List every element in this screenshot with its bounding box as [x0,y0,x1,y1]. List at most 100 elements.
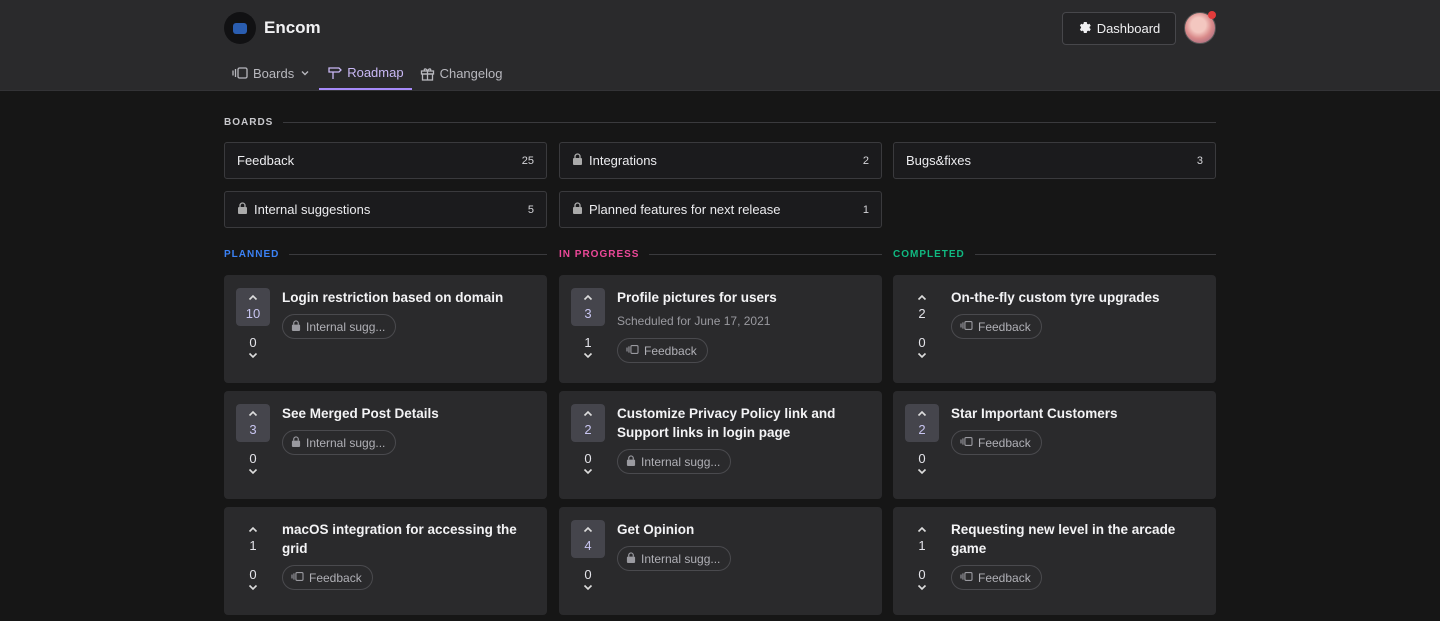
boards-section-header: BOARDS [224,117,1216,128]
card-title[interactable]: Star Important Customers [951,404,1201,423]
upvote-count: 10 [245,305,261,321]
roadmap-card[interactable]: 3 0 See Merged Post Details Internal sugg..… [224,391,547,499]
upvote-count: 1 [249,537,257,553]
board-tag[interactable]: Feedback [617,338,708,363]
downvote-button[interactable]: 1 [571,335,605,362]
card-title[interactable]: Customize Privacy Policy link and Suppor… [617,404,867,442]
dashboard-button[interactable]: Dashboard [1062,12,1176,45]
board-feedback[interactable]: Feedback 25 [224,142,547,179]
roadmap-card[interactable]: 10 0 Login restriction based on domain Inte… [224,275,547,383]
board-tag[interactable]: Internal sugg... [617,449,732,474]
card-title[interactable]: Get Opinion [617,520,867,539]
downvote-button[interactable]: 0 [236,335,270,362]
downvote-button[interactable]: 0 [236,567,270,594]
upvote-button[interactable]: 2 [905,288,939,326]
board-tag-label: Feedback [309,570,362,585]
board-tag-label: Internal sugg... [641,454,721,469]
avatar[interactable] [1184,11,1216,44]
board-count: 5 [527,203,534,216]
column-title: PLANNED [224,249,280,260]
chevron-up-icon [917,526,927,535]
board-internal-suggestions[interactable]: Internal suggestions 5 [224,191,547,228]
lock-icon [626,551,636,566]
board-planned-features[interactable]: Planned features for next release 1 [559,191,882,228]
chevron-down-icon [248,583,258,594]
dashboard-label: Dashboard [1096,21,1161,36]
roadmap-card[interactable]: 3 1 Profile pictures for users Scheduled fo… [559,275,882,383]
board-count: 2 [862,154,869,167]
downvote-count: 0 [249,335,257,350]
board-tag-label: Internal sugg... [306,319,386,334]
chevron-up-icon [917,410,927,419]
upvote-count: 3 [584,305,592,321]
brand[interactable]: Encom [224,12,321,44]
upvote-button[interactable]: 2 [905,404,939,442]
roadmap-card[interactable]: 1 0 Requesting new level in the arcade gam… [893,507,1216,615]
downvote-button[interactable]: 0 [905,335,939,362]
card-title[interactable]: Requesting new level in the arcade game [951,520,1201,558]
board-tag[interactable]: Internal sugg... [282,430,397,455]
downvote-count: 0 [918,335,926,350]
upvote-button[interactable]: 2 [571,404,605,442]
roadmap-card[interactable]: 4 0 Get Opinion Internal sugg... [559,507,882,615]
tab-boards-label: Boards [253,65,295,81]
card-title[interactable]: On-the-fly custom tyre upgrades [951,288,1201,307]
board-name: Feedback [237,153,295,168]
upvote-count: 2 [918,305,926,321]
upvote-button[interactable]: 1 [905,520,939,558]
board-tag[interactable]: Internal sugg... [282,314,397,339]
lock-icon [291,319,301,334]
chevron-up-icon [583,410,593,419]
downvote-button[interactable]: 0 [571,567,605,594]
tab-roadmap[interactable]: Roadmap [319,56,412,90]
column-header-planned: PLANNED [224,249,547,260]
chevron-down-icon [299,67,311,79]
downvote-count: 0 [249,567,257,582]
card-title[interactable]: Profile pictures for users [617,288,867,307]
logo [224,12,256,44]
board-tag[interactable]: Feedback [951,565,1042,590]
board-bugs-fixes[interactable]: Bugs&fixes 3 [893,142,1216,179]
downvote-button[interactable]: 0 [905,451,939,478]
board-tag-label: Feedback [978,435,1031,450]
column-header-completed: COMPLETED [893,249,1216,260]
roadmap-card[interactable]: 2 0 Customize Privacy Policy link and Supp… [559,391,882,499]
boards-section-title: BOARDS [224,117,274,128]
board-integrations[interactable]: Integrations 2 [559,142,882,179]
downvote-button[interactable]: 0 [571,451,605,478]
board-tag[interactable]: Feedback [951,430,1042,455]
board-tag[interactable]: Feedback [282,565,373,590]
chevron-up-icon [248,410,258,419]
upvote-count: 4 [584,537,592,553]
tab-changelog[interactable]: Changelog [412,56,511,90]
card-title[interactable]: See Merged Post Details [282,404,532,423]
upvote-button[interactable]: 3 [571,288,605,326]
boards-icon [626,344,639,358]
downvote-button[interactable]: 0 [236,451,270,478]
chevron-down-icon [248,467,258,478]
boards-icon [960,571,973,585]
card-schedule: Scheduled for June 17, 2021 [617,314,771,328]
card-title[interactable]: Login restriction based on domain [282,288,532,307]
roadmap-card[interactable]: 1 0 macOS integration for accessing the gr… [224,507,547,615]
boards-icon [232,66,248,80]
card-title[interactable]: macOS integration for accessing the grid [282,520,532,558]
board-tag[interactable]: Feedback [951,314,1042,339]
downvote-count: 1 [584,335,592,350]
downvote-count: 0 [249,451,257,466]
gear-icon [1078,21,1091,37]
upvote-button[interactable]: 10 [236,288,270,326]
upvote-count: 2 [584,421,592,437]
upvote-button[interactable]: 1 [236,520,270,558]
main-nav: Boards Roadmap Changelog [224,56,510,90]
roadmap-card[interactable]: 2 0 On-the-fly custom tyre upgrades Feedbac… [893,275,1216,383]
downvote-count: 0 [584,567,592,582]
column-title: COMPLETED [893,249,965,260]
upvote-button[interactable]: 3 [236,404,270,442]
upvote-button[interactable]: 4 [571,520,605,558]
board-tag[interactable]: Internal sugg... [617,546,732,571]
roadmap-card[interactable]: 2 0 Star Important Customers Feedback [893,391,1216,499]
board-count: 3 [1196,154,1203,167]
tab-boards[interactable]: Boards [224,56,319,90]
downvote-button[interactable]: 0 [905,567,939,594]
